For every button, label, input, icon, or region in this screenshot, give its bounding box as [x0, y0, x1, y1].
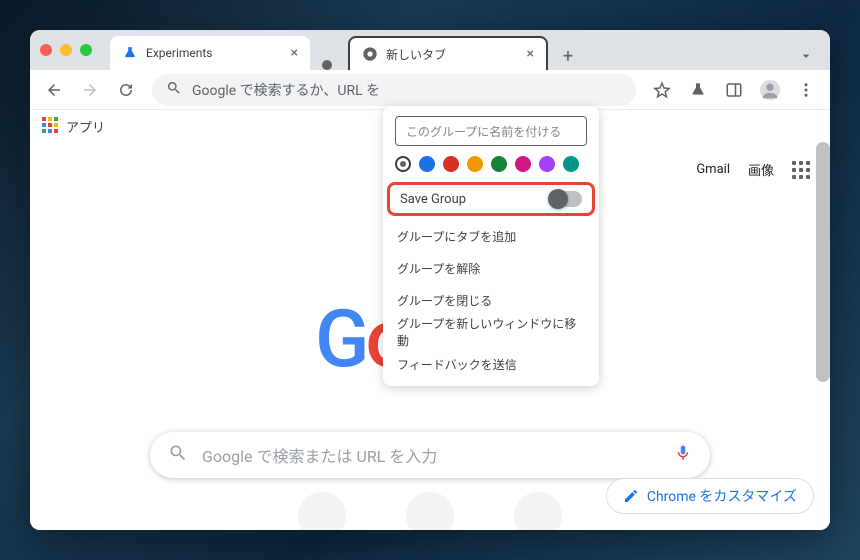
titlebar: Experiments × 新しいタブ × +: [30, 30, 830, 70]
window-zoom-button[interactable]: [80, 44, 92, 56]
save-group-toggle[interactable]: [548, 191, 582, 207]
color-purple[interactable]: [539, 156, 555, 172]
tab-experiments[interactable]: Experiments ×: [110, 36, 310, 70]
color-blue[interactable]: [419, 156, 435, 172]
ungroup[interactable]: グループを解除: [383, 252, 599, 284]
save-group-row-highlight: Save Group: [387, 182, 595, 216]
forward-button[interactable]: [74, 74, 106, 106]
images-link[interactable]: 画像: [748, 160, 774, 179]
send-feedback[interactable]: フィードバックを送信: [383, 348, 599, 380]
mic-icon[interactable]: [674, 441, 692, 470]
group-name-placeholder: このグループに名前を付ける: [406, 123, 561, 140]
gmail-link[interactable]: Gmail: [696, 162, 730, 177]
color-teal[interactable]: [563, 156, 579, 172]
toolbar: Google で検索するか、URL を: [30, 70, 830, 110]
close-group[interactable]: グループを閉じる: [383, 284, 599, 316]
bookmark-star-button[interactable]: [646, 74, 678, 106]
back-button[interactable]: [38, 74, 70, 106]
save-group-label: Save Group: [400, 192, 466, 207]
shortcut-tile[interactable]: [406, 492, 454, 530]
omnibox[interactable]: Google で検索するか、URL を: [152, 74, 636, 106]
pencil-icon: [623, 488, 639, 504]
tab-title: Experiments: [146, 46, 213, 60]
move-group-new-window[interactable]: グループを新しいウィンドウに移動: [383, 316, 599, 348]
chrome-icon: [362, 46, 378, 62]
extensions-flask-icon[interactable]: [682, 74, 714, 106]
omnibox-placeholder: Google で検索するか、URL を: [192, 80, 380, 100]
color-green[interactable]: [491, 156, 507, 172]
color-pink[interactable]: [515, 156, 531, 172]
close-icon[interactable]: ×: [291, 45, 298, 61]
side-panel-button[interactable]: [718, 74, 750, 106]
search-icon: [168, 443, 188, 467]
tab-strip: Experiments × 新しいタブ × +: [110, 30, 820, 70]
window-minimize-button[interactable]: [60, 44, 72, 56]
color-grey[interactable]: [395, 156, 411, 172]
color-orange[interactable]: [467, 156, 483, 172]
color-picker-row: [383, 156, 599, 180]
new-tab-button[interactable]: +: [554, 42, 582, 70]
group-name-input[interactable]: このグループに名前を付ける: [395, 116, 587, 146]
profile-button[interactable]: [754, 74, 786, 106]
menu-button[interactable]: [790, 74, 822, 106]
top-links: Gmail 画像: [696, 160, 810, 179]
customize-chrome-button[interactable]: Chrome をカスタマイズ: [606, 478, 814, 514]
window-close-button[interactable]: [40, 44, 52, 56]
color-red[interactable]: [443, 156, 459, 172]
tab-title: 新しいタブ: [386, 46, 446, 63]
search-box[interactable]: Google で検索または URL を入力: [150, 432, 710, 478]
tab-dropdown-button[interactable]: [792, 42, 820, 70]
add-tab-to-group[interactable]: グループにタブを追加: [383, 220, 599, 252]
reload-button[interactable]: [110, 74, 142, 106]
shortcuts-row: [298, 492, 562, 530]
search-icon: [166, 80, 182, 100]
shortcut-tile[interactable]: [298, 492, 346, 530]
apps-label[interactable]: アプリ: [66, 117, 105, 136]
search-placeholder: Google で検索または URL を入力: [202, 443, 437, 467]
tab-group-menu: このグループに名前を付ける Save Group グループにタブを追加 グループ…: [383, 106, 599, 386]
flask-icon: [122, 45, 138, 61]
tab-group-indicator[interactable]: [322, 60, 332, 70]
apps-icon[interactable]: [42, 117, 60, 135]
browser-window: Experiments × 新しいタブ × + Google で検索するか、: [30, 30, 830, 530]
close-icon[interactable]: ×: [527, 46, 534, 62]
apps-launcher-icon[interactable]: [792, 161, 810, 179]
scrollbar[interactable]: [816, 142, 830, 382]
tab-new-tab[interactable]: 新しいタブ ×: [348, 36, 548, 70]
customize-label: Chrome をカスタマイズ: [647, 486, 797, 506]
shortcut-tile[interactable]: [514, 492, 562, 530]
